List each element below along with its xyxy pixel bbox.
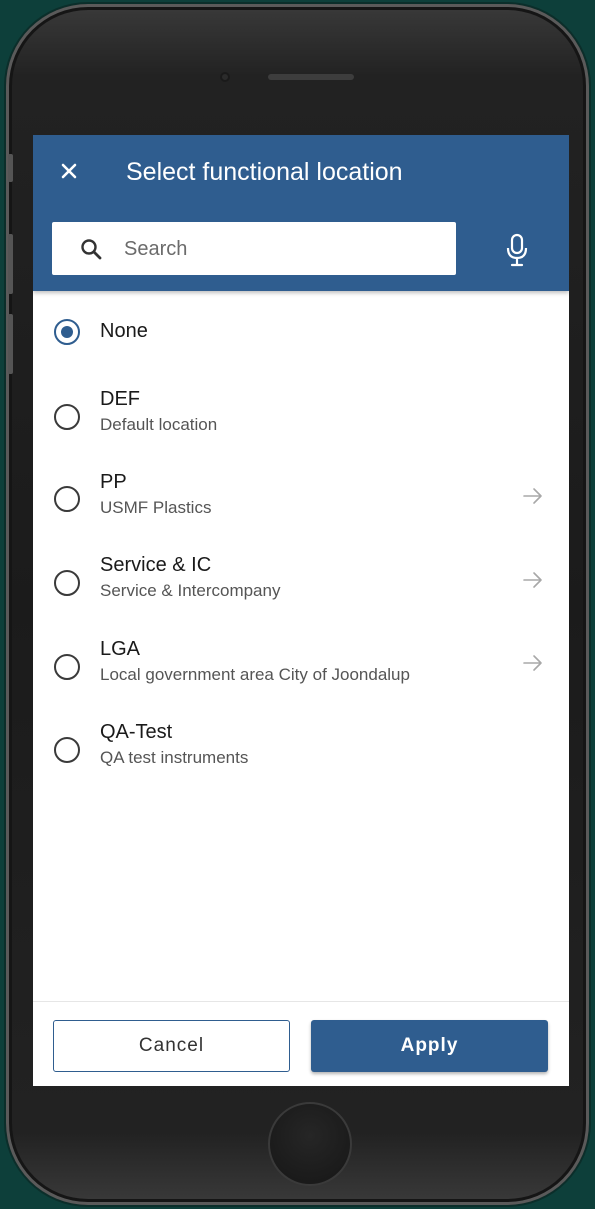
item-title: PP <box>100 471 127 493</box>
home-button[interactable] <box>268 1102 352 1186</box>
dialog-footer: Cancel Apply <box>33 1001 569 1086</box>
radio-button[interactable] <box>54 486 80 512</box>
list-item-none[interactable]: None <box>33 291 569 371</box>
radio-button[interactable] <box>54 404 80 430</box>
volume-up-button <box>8 234 13 294</box>
list-item-def[interactable]: DEF Default location <box>33 381 569 451</box>
mute-switch <box>8 154 13 182</box>
list-item-pp[interactable]: PP USMF Plastics <box>33 464 569 534</box>
list-item-qa-test[interactable]: QA-Test QA test instruments <box>33 714 569 784</box>
dialog-header: Select functional location <box>33 135 569 291</box>
list-item-service-ic[interactable]: Service & IC Service & Intercompany <box>33 547 569 617</box>
search-icon <box>81 239 102 260</box>
voice-search-button[interactable] <box>501 232 533 268</box>
dialog-title: Select functional location <box>126 158 403 186</box>
screen: Select functional location None DEF Defa… <box>33 135 569 1086</box>
radio-button[interactable] <box>54 319 80 345</box>
item-subtitle: Default location <box>100 415 218 434</box>
item-subtitle: QA test instruments <box>100 748 249 767</box>
radio-button[interactable] <box>54 570 80 596</box>
item-title: None <box>100 320 148 342</box>
search-input[interactable] <box>122 230 446 268</box>
item-title: LGA <box>100 638 141 660</box>
front-camera <box>220 72 230 82</box>
arrow-right-icon[interactable] <box>521 486 545 506</box>
arrow-right-icon[interactable] <box>521 570 545 590</box>
apply-button[interactable]: Apply <box>311 1020 548 1072</box>
earpiece-speaker <box>268 74 354 80</box>
item-title: QA-Test <box>100 721 173 743</box>
close-button[interactable] <box>53 155 85 187</box>
cancel-button[interactable]: Cancel <box>53 1020 290 1072</box>
arrow-right-icon[interactable] <box>521 653 545 673</box>
volume-down-button <box>8 314 13 374</box>
item-title: Service & IC <box>100 554 212 576</box>
item-title: DEF <box>100 388 140 410</box>
search-box[interactable] <box>52 222 456 275</box>
radio-button[interactable] <box>54 737 80 763</box>
microphone-icon <box>506 233 528 267</box>
radio-button[interactable] <box>54 654 80 680</box>
item-subtitle: USMF Plastics <box>100 498 212 517</box>
radio-selected-dot <box>61 326 73 338</box>
close-icon <box>61 163 77 179</box>
item-subtitle: Service & Intercompany <box>100 581 281 600</box>
item-subtitle: Local government area City of Joondalup <box>100 665 410 684</box>
list-item-lga[interactable]: LGA Local government area City of Joonda… <box>33 631 569 701</box>
